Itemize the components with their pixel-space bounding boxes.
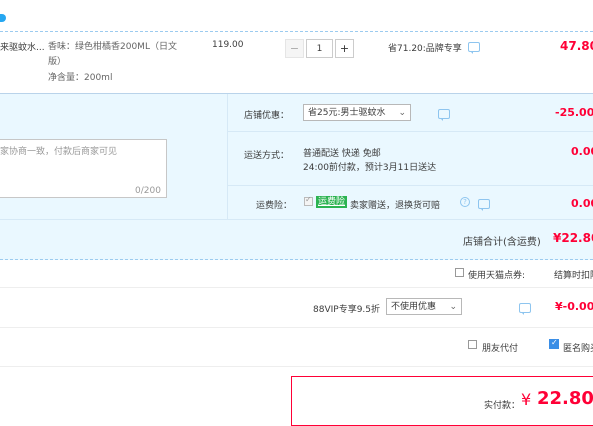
friend-pay-label: 朋友代付 (482, 344, 519, 354)
top-divider (0, 31, 593, 32)
shipping-amount: 0.00 (571, 145, 593, 158)
top-left-badge-icon (0, 14, 6, 22)
item-price: 119.00 (212, 40, 244, 50)
options-divider-3 (0, 366, 593, 367)
shop-row-divider-2 (228, 185, 593, 186)
total-value: 22.80 (537, 388, 593, 409)
chevron-down-icon: ⌄ (449, 302, 457, 312)
qty-input[interactable]: 1 (306, 39, 333, 58)
insurance-help-icon[interactable]: ? (460, 197, 470, 207)
vip-select-value: 不使用优惠 (391, 302, 437, 312)
subtotal-label: 店铺合计(含运费) (463, 237, 541, 248)
lower-divider (0, 259, 593, 260)
friend-pay-checkbox[interactable] (468, 340, 477, 349)
subtotal-value: ¥22.80 (553, 231, 593, 245)
insurance-amount: 0.00 (571, 197, 593, 210)
points-value: 结算时扣除 (554, 271, 593, 281)
qty-plus-button[interactable]: + (335, 39, 354, 58)
shipping-method: 普通配送 快递 免邮 (303, 149, 381, 159)
shipping-eta: 24:00前付款，预计3月11日送达 (303, 163, 437, 173)
insurance-label: 运费险： (256, 201, 293, 211)
points-checkbox[interactable] (455, 268, 464, 277)
vip-select[interactable]: 不使用优惠 ⌄ (386, 298, 462, 315)
vip-chat-icon[interactable] (518, 303, 531, 315)
item-spec-scent: 香味：绿色柑橘香200ML（日文版） (48, 42, 177, 67)
qty-minus-button[interactable]: − (285, 39, 304, 58)
vip-label: 88VIP专享9.5折 (313, 305, 381, 315)
item-name[interactable]: 来驱蚊水... (0, 40, 44, 53)
points-label: 使用天猫点券: (468, 271, 526, 281)
total-label: 实付款： (484, 401, 521, 411)
check-icon: ✓ (305, 195, 312, 204)
item-spec-volume: 净含量：200ml (48, 73, 113, 83)
check-icon: ✓ (551, 338, 558, 347)
anonymous-label: 匿名购买 (563, 344, 593, 354)
item-amount: 47.80 (560, 39, 593, 53)
shipping-label: 运送方式： (244, 151, 290, 161)
discount-chat-icon[interactable] (437, 109, 450, 121)
insurance-badge: 运费险 (316, 196, 348, 208)
item-promo: 省71.20:品牌专享 (388, 44, 462, 54)
shop-row-divider-3 (0, 219, 593, 220)
insurance-checkbox[interactable]: ✓ (304, 195, 313, 206)
shop-row-divider-1 (228, 131, 593, 132)
message-placeholder: 家协商一致，付款后商家可见 (0, 147, 118, 157)
message-counter: 0/200 (135, 186, 161, 196)
anonymous-checkbox[interactable]: ✓ (549, 338, 559, 349)
chevron-down-icon: ⌄ (398, 108, 406, 118)
shop-panel-column-divider (227, 94, 228, 219)
vip-amount: ¥-0.00 (555, 300, 593, 313)
insurance-text: 卖家赠送，退换货可赔 (350, 201, 441, 211)
total-currency: ¥ (521, 390, 532, 409)
discount-amount: -25.00 (555, 106, 593, 119)
discount-label: 店铺优惠： (244, 111, 290, 121)
options-divider-1 (0, 287, 593, 288)
insurance-chat-icon[interactable] (477, 199, 490, 211)
discount-select[interactable]: 省25元:男士驱蚊水 ⌄ (303, 104, 411, 121)
options-divider-2 (0, 327, 593, 328)
discount-select-value: 省25元:男士驱蚊水 (308, 108, 386, 118)
promo-chat-icon[interactable] (468, 42, 480, 54)
